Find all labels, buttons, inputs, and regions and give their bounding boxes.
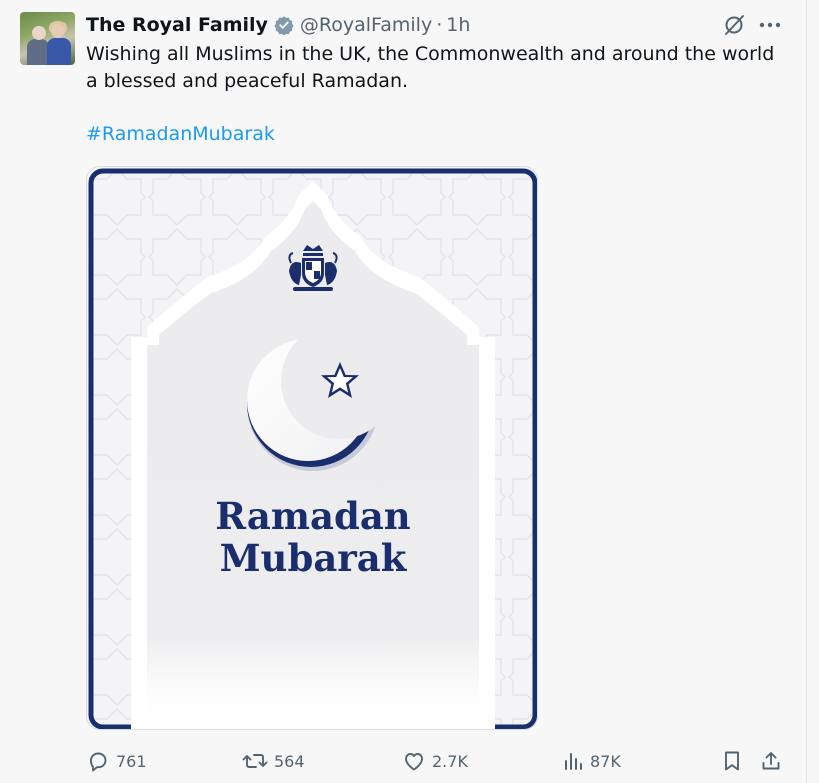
heart-icon bbox=[405, 753, 423, 771]
share-button[interactable] bbox=[759, 745, 789, 777]
bookmark-icon bbox=[725, 751, 739, 771]
reply-button[interactable]: 761 bbox=[86, 745, 147, 777]
view-count: 87K bbox=[590, 751, 621, 771]
ramadan-text: Ramadan bbox=[215, 494, 411, 538]
tweet-card[interactable]: The Royal Family @RoyalFamily · 1h Wishi… bbox=[0, 0, 806, 783]
mubarak-text: Mubarak bbox=[220, 536, 408, 580]
tweet-image[interactable]: Ramadan Mubarak bbox=[86, 166, 538, 730]
reply-icon bbox=[90, 752, 107, 772]
more-icon[interactable] bbox=[758, 13, 782, 37]
views-icon bbox=[565, 753, 582, 770]
repost-icon bbox=[242, 754, 268, 768]
hashtag-link[interactable]: #RamadanMubarak bbox=[86, 121, 275, 148]
author-handle[interactable]: @RoyalFamily bbox=[300, 14, 432, 36]
repost-count: 564 bbox=[274, 751, 305, 771]
verified-badge-icon[interactable] bbox=[274, 15, 294, 35]
like-button[interactable]: 2.7K bbox=[402, 745, 468, 777]
author-name[interactable]: The Royal Family bbox=[86, 14, 268, 36]
grok-icon[interactable] bbox=[722, 13, 746, 37]
tweet-actions: 761 564 2.7K 87K bbox=[86, 745, 786, 777]
author-avatar[interactable] bbox=[20, 12, 75, 65]
share-icon bbox=[762, 752, 780, 770]
repost-button[interactable]: 564 bbox=[242, 745, 305, 777]
header-separator: · bbox=[436, 14, 443, 36]
reply-count: 761 bbox=[116, 751, 147, 771]
like-count: 2.7K bbox=[432, 751, 468, 771]
tweet-header: The Royal Family @RoyalFamily · 1h bbox=[86, 11, 470, 39]
tweet-text: Wishing all Muslims in the UK, the Commo… bbox=[86, 43, 775, 92]
column-divider bbox=[806, 0, 807, 783]
views-button[interactable]: 87K bbox=[562, 745, 621, 777]
tweet-timestamp[interactable]: 1h bbox=[446, 14, 470, 36]
bookmark-button[interactable] bbox=[720, 745, 750, 777]
